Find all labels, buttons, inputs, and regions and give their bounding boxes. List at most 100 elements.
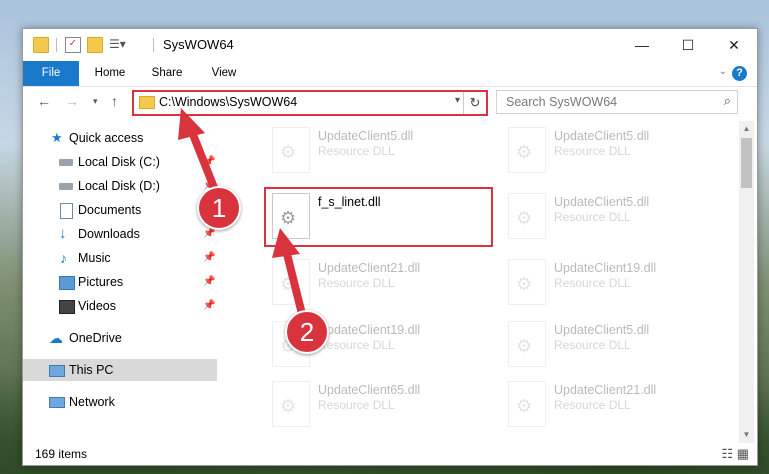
pin-icon[interactable]: 📌	[203, 295, 215, 317]
highlight-box	[264, 187, 493, 247]
navigation-bar: ← → ▾ ↑ C:\Windows\SysWOW64 ▾ ↻ Search S…	[23, 87, 757, 116]
gear-icon: ⚙	[280, 274, 297, 294]
gear-icon: ⚙	[516, 336, 533, 356]
sidebar-item-label: Local Disk (C:)	[78, 155, 160, 169]
file-list: ⚙ UpdateClient5.dll Resource DLL ⚙ f_s_l…	[242, 121, 736, 431]
list-item[interactable]: ⚙ UpdateClient5.dll Resource DLL	[504, 191, 734, 241]
close-button[interactable]: ✕	[711, 29, 757, 61]
sidebar-item-quick-access[interactable]: ★ Quick access	[23, 127, 217, 149]
list-item[interactable]: ⚙ UpdateClient19.dll Resource DLL	[504, 257, 734, 307]
file-type: Resource DLL	[554, 338, 631, 352]
cloud-icon: ☁	[49, 330, 63, 346]
chevron-down-icon[interactable]: ▾	[455, 95, 460, 106]
search-placeholder: Search SysWOW64	[506, 95, 618, 109]
dll-file-icon: ⚙	[508, 127, 546, 173]
documents-icon	[60, 203, 73, 219]
expand-ribbon-icon[interactable]: ⌄	[719, 66, 727, 77]
sidebar-item-label: Downloads	[78, 227, 140, 241]
file-name: UpdateClient5.dll	[554, 323, 650, 337]
forward-icon[interactable]: →	[65, 93, 79, 109]
list-item[interactable]: ⚙ UpdateClient21.dll Resource DLL	[268, 257, 498, 307]
sidebar-item-label: Network	[69, 395, 115, 409]
properties-icon[interactable]: ✓	[65, 37, 81, 53]
new-folder-icon[interactable]	[87, 37, 103, 53]
file-type: Resource DLL	[554, 210, 631, 224]
sidebar-item-network[interactable]: Network	[23, 391, 217, 413]
list-item[interactable]: ⚙ UpdateClient65.dll Resource DLL	[268, 379, 498, 429]
gear-icon: ⚙	[516, 274, 533, 294]
scroll-down-icon[interactable]: ▼	[739, 427, 754, 443]
sidebar-item-label: Local Disk (D:)	[78, 179, 160, 193]
pin-icon[interactable]: 📌	[203, 151, 215, 173]
tab-file[interactable]: File	[23, 61, 79, 86]
star-icon: ★	[51, 130, 63, 145]
list-item[interactable]: ⚙ UpdateClient5.dll Resource DLL	[504, 125, 734, 175]
sidebar-item-downloads[interactable]: ↓ Downloads 📌	[23, 223, 217, 245]
sidebar-item-label: This PC	[69, 363, 114, 377]
sidebar-item-pictures[interactable]: Pictures 📌	[23, 271, 217, 293]
file-name: UpdateClient21.dll	[318, 261, 421, 275]
list-item[interactable]: ⚙ UpdateClient5.dll Resource DLL	[504, 319, 734, 369]
step-2-badge: 2	[285, 310, 329, 354]
scroll-thumb[interactable]	[741, 138, 752, 188]
pictures-icon	[59, 276, 75, 290]
gear-icon: ⚙	[516, 396, 533, 416]
file-type: Resource DLL	[318, 144, 395, 158]
up-icon[interactable]: ↑	[111, 93, 118, 109]
computer-icon	[49, 365, 65, 377]
scroll-up-icon[interactable]: ▲	[739, 121, 754, 137]
help-icon[interactable]: ?	[732, 66, 747, 81]
videos-icon	[59, 300, 75, 314]
sidebar-item-documents[interactable]: Documents 📌	[23, 199, 217, 221]
recent-locations-icon[interactable]: ▾	[93, 96, 98, 107]
pin-icon[interactable]: 📌	[203, 247, 215, 269]
navigation-pane: ★ Quick access Local Disk (C:) 📌 Local D…	[23, 121, 219, 431]
sidebar-item-onedrive[interactable]: ☁ OneDrive	[23, 327, 217, 349]
refresh-icon[interactable]: ↻	[463, 92, 486, 114]
sidebar-item-local-disk-c[interactable]: Local Disk (C:) 📌	[23, 151, 217, 173]
step-1-badge: 1	[197, 186, 241, 230]
file-name: UpdateClient5.dll	[554, 129, 650, 143]
minimize-button[interactable]: —	[619, 29, 665, 61]
tab-share[interactable]: Share	[141, 61, 193, 86]
sidebar-item-label: Quick access	[69, 131, 144, 145]
pin-icon[interactable]: 📌	[203, 271, 215, 293]
search-input[interactable]: Search SysWOW64 ⌕	[496, 90, 738, 114]
dll-file-icon: ⚙	[508, 381, 546, 427]
file-name: UpdateClient21.dll	[554, 383, 657, 397]
view-toggle-icons[interactable]: ☷ ▦	[721, 446, 749, 462]
list-item[interactable]: ⚙ UpdateClient21.dll Resource DLL	[504, 379, 734, 429]
sidebar-item-music[interactable]: ♪ Music 📌	[23, 247, 217, 269]
back-icon[interactable]: ←	[37, 93, 51, 109]
tab-home[interactable]: Home	[85, 61, 135, 86]
list-item[interactable]: ⚙ UpdateClient5.dll Resource DLL	[268, 125, 498, 175]
dll-file-icon: ⚙	[508, 259, 546, 305]
address-bar[interactable]: C:\Windows\SysWOW64 ▾ ↻	[132, 90, 488, 116]
maximize-button[interactable]: ☐	[665, 29, 711, 61]
vertical-scrollbar[interactable]: ▲ ▼	[739, 121, 754, 443]
tab-view[interactable]: View	[199, 61, 249, 86]
customize-toolbar-icon[interactable]: ☰▾	[109, 37, 126, 51]
file-name: UpdateClient19.dll	[318, 323, 421, 337]
music-icon: ♪	[60, 250, 67, 266]
sidebar-item-label: Documents	[78, 203, 142, 217]
gear-icon: ⚙	[280, 396, 297, 416]
gear-icon: ⚙	[516, 208, 533, 228]
sidebar-item-videos[interactable]: Videos 📌	[23, 295, 217, 317]
file-type: Resource DLL	[318, 338, 395, 352]
title-bar: ✓ ☰▾ SysWOW64 — ☐ ✕	[23, 29, 757, 61]
dll-file-icon: ⚙	[508, 321, 546, 367]
folder-icon	[139, 96, 155, 109]
sidebar-item-local-disk-d[interactable]: Local Disk (D:) 📌	[23, 175, 217, 197]
divider	[153, 38, 154, 52]
file-type: Resource DLL	[318, 398, 395, 412]
search-icon[interactable]: ⌕	[724, 93, 731, 109]
ribbon: File Home Share View ⌄ ?	[23, 61, 757, 87]
drive-icon	[59, 159, 73, 166]
file-name: UpdateClient5.dll	[554, 195, 650, 209]
sidebar-item-this-pc[interactable]: This PC	[23, 359, 217, 381]
dll-file-icon: ⚙	[272, 259, 310, 305]
address-path[interactable]: C:\Windows\SysWOW64	[159, 95, 297, 109]
file-type: Resource DLL	[554, 398, 631, 412]
dll-file-icon: ⚙	[508, 193, 546, 239]
